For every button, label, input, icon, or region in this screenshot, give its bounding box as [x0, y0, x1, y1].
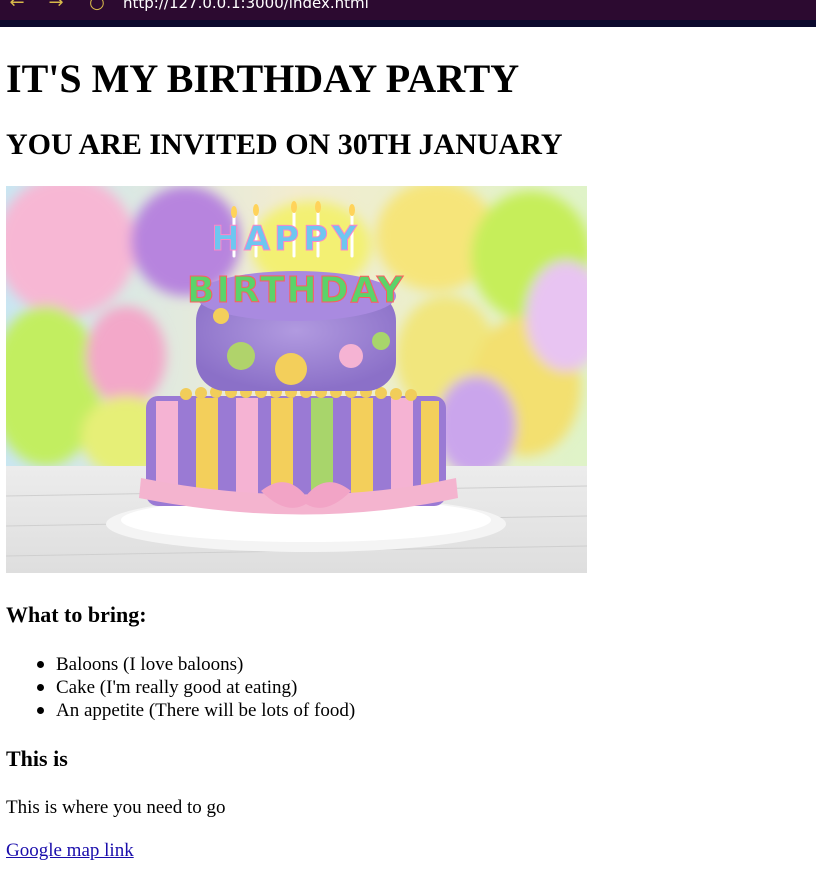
image-happy-text: HAPPY [211, 219, 360, 259]
list-item: Baloons (I love baloons) [6, 653, 355, 676]
reload-icon[interactable]: ○ [86, 0, 108, 13]
page-subtitle: YOU ARE INVITED ON 30TH JANUARY [6, 128, 563, 161]
forward-arrow-icon[interactable]: → [45, 0, 67, 13]
back-arrow-icon[interactable]: ← [6, 0, 28, 13]
birthday-cake-image: HAPPY BIRTHDAY [6, 186, 587, 573]
url-input[interactable]: http://127.0.0.1:3000/index.html [123, 0, 369, 12]
bring-heading: What to bring: [6, 602, 147, 627]
page-title: IT'S MY BIRTHDAY PARTY [6, 56, 520, 101]
location-text: This is where you need to go [6, 797, 226, 818]
google-map-link[interactable]: Google map link [6, 839, 134, 863]
location-heading: This is [6, 746, 68, 771]
address-bar: ← → ○ http://127.0.0.1:3000/index.html [0, 0, 816, 20]
bullet-icon [37, 661, 44, 668]
bring-list: Baloons (I love baloons) Cake (I'm reall… [6, 653, 355, 722]
list-item-text: Cake (I'm really good at eating) [56, 677, 298, 698]
list-item: An appetite (There will be lots of food) [6, 699, 355, 722]
list-item-text: An appetite (There will be lots of food) [56, 700, 356, 721]
list-item-text: Baloons (I love baloons) [56, 654, 244, 675]
image-birthday-text: BIRTHDAY [187, 270, 405, 311]
list-item: Cake (I'm really good at eating) [6, 676, 355, 699]
bullet-icon [37, 707, 44, 714]
bullet-icon [37, 684, 44, 691]
